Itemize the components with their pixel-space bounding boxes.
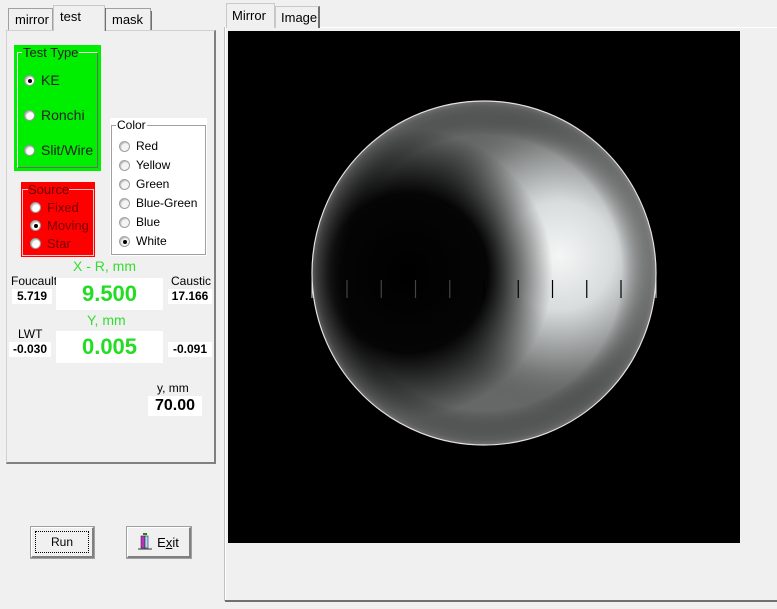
radio-indicator — [119, 197, 130, 209]
tab-label: mirror — [15, 12, 49, 27]
radio-label: Ronchi — [41, 107, 85, 123]
radio-label: Red — [136, 139, 159, 153]
radio-ke[interactable]: KE — [24, 72, 60, 88]
tab-label: Mirror — [232, 8, 266, 23]
test-type-group: Test Type KE Ronchi Slit/Wire — [14, 45, 101, 171]
source-group: Source Fixed Moving Star — [21, 182, 95, 257]
tab-label: Image — [281, 10, 318, 25]
test-type-legend: Test Type — [22, 45, 80, 60]
tab-label: test — [60, 9, 81, 24]
lwt-right-value: -0.091 — [168, 342, 212, 357]
tab-mirror[interactable]: mirror — [8, 8, 53, 30]
radio-slit-wire[interactable]: Slit/Wire — [24, 142, 93, 158]
tab-label: mask — [112, 12, 144, 27]
radio-fixed[interactable]: Fixed — [30, 200, 79, 215]
radio-blue[interactable]: Blue — [119, 215, 160, 229]
caustic-label: Caustic — [171, 274, 212, 288]
radio-label: Green — [136, 177, 170, 191]
radio-indicator — [30, 202, 41, 213]
small-y-label: y, mm — [157, 381, 189, 395]
color-group: Color Red Yellow Green Blue-Green Blue W… — [110, 118, 207, 256]
tab-image-view[interactable]: Image — [275, 6, 320, 28]
radio-label: White — [136, 234, 167, 248]
radio-indicator — [24, 144, 35, 156]
lwt-value: -0.030 — [9, 342, 51, 357]
exit-label: Exit — [157, 534, 179, 550]
mirror-panel-bottom-edge — [225, 600, 777, 602]
foucault-value: 5.719 — [12, 289, 52, 304]
radio-indicator — [30, 238, 41, 249]
radio-label: Moving — [47, 218, 89, 233]
radio-green[interactable]: Green — [119, 177, 169, 191]
radio-indicator — [30, 220, 41, 231]
radio-label: Yellow — [136, 158, 171, 172]
radio-red[interactable]: Red — [119, 139, 158, 153]
radio-indicator — [24, 74, 35, 86]
color-legend: Color — [116, 118, 147, 132]
radio-indicator — [24, 109, 35, 121]
tab-mirror-view[interactable]: Mirror — [226, 3, 275, 28]
radio-star[interactable]: Star — [30, 236, 71, 251]
radio-label: Star — [47, 236, 71, 251]
caustic-value: 17.166 — [168, 289, 212, 304]
tab-mask[interactable]: mask — [105, 8, 152, 30]
source-legend: Source — [28, 182, 70, 197]
radio-label: KE — [41, 72, 60, 88]
mirror-panel-border — [225, 27, 226, 601]
small-y-value: 70.00 — [148, 396, 202, 416]
radio-indicator — [119, 178, 130, 190]
radio-white[interactable]: White — [119, 234, 167, 248]
radio-label: Fixed — [47, 200, 79, 215]
radio-ronchi[interactable]: Ronchi — [24, 107, 85, 123]
radio-label: Blue — [136, 215, 161, 229]
radio-yellow[interactable]: Yellow — [119, 158, 170, 172]
tab-test[interactable]: test — [53, 5, 106, 31]
radio-moving[interactable]: Moving — [30, 218, 89, 233]
foucault-label: Foucault — [11, 274, 58, 288]
x-r-value: 9.500 — [56, 278, 163, 310]
radio-indicator — [119, 140, 130, 152]
mirror-view-canvas[interactable] — [228, 31, 740, 543]
radio-label: Slit/Wire — [41, 142, 94, 158]
radio-indicator — [119, 216, 130, 228]
y-label: Y, mm — [87, 312, 126, 328]
exit-button[interactable]: Exit — [127, 527, 191, 558]
y-value: 0.005 — [56, 331, 163, 363]
radio-indicator — [119, 159, 130, 171]
door-exit-icon — [138, 533, 153, 551]
x-r-label: X - R, mm — [73, 258, 136, 274]
run-button[interactable]: Run — [31, 527, 94, 558]
radio-blue-green[interactable]: Blue-Green — [119, 196, 197, 210]
radio-label: Blue-Green — [136, 196, 198, 210]
mirror-shadowgram — [311, 100, 657, 446]
lwt-label: LWT — [18, 327, 43, 341]
radio-indicator — [119, 235, 130, 247]
